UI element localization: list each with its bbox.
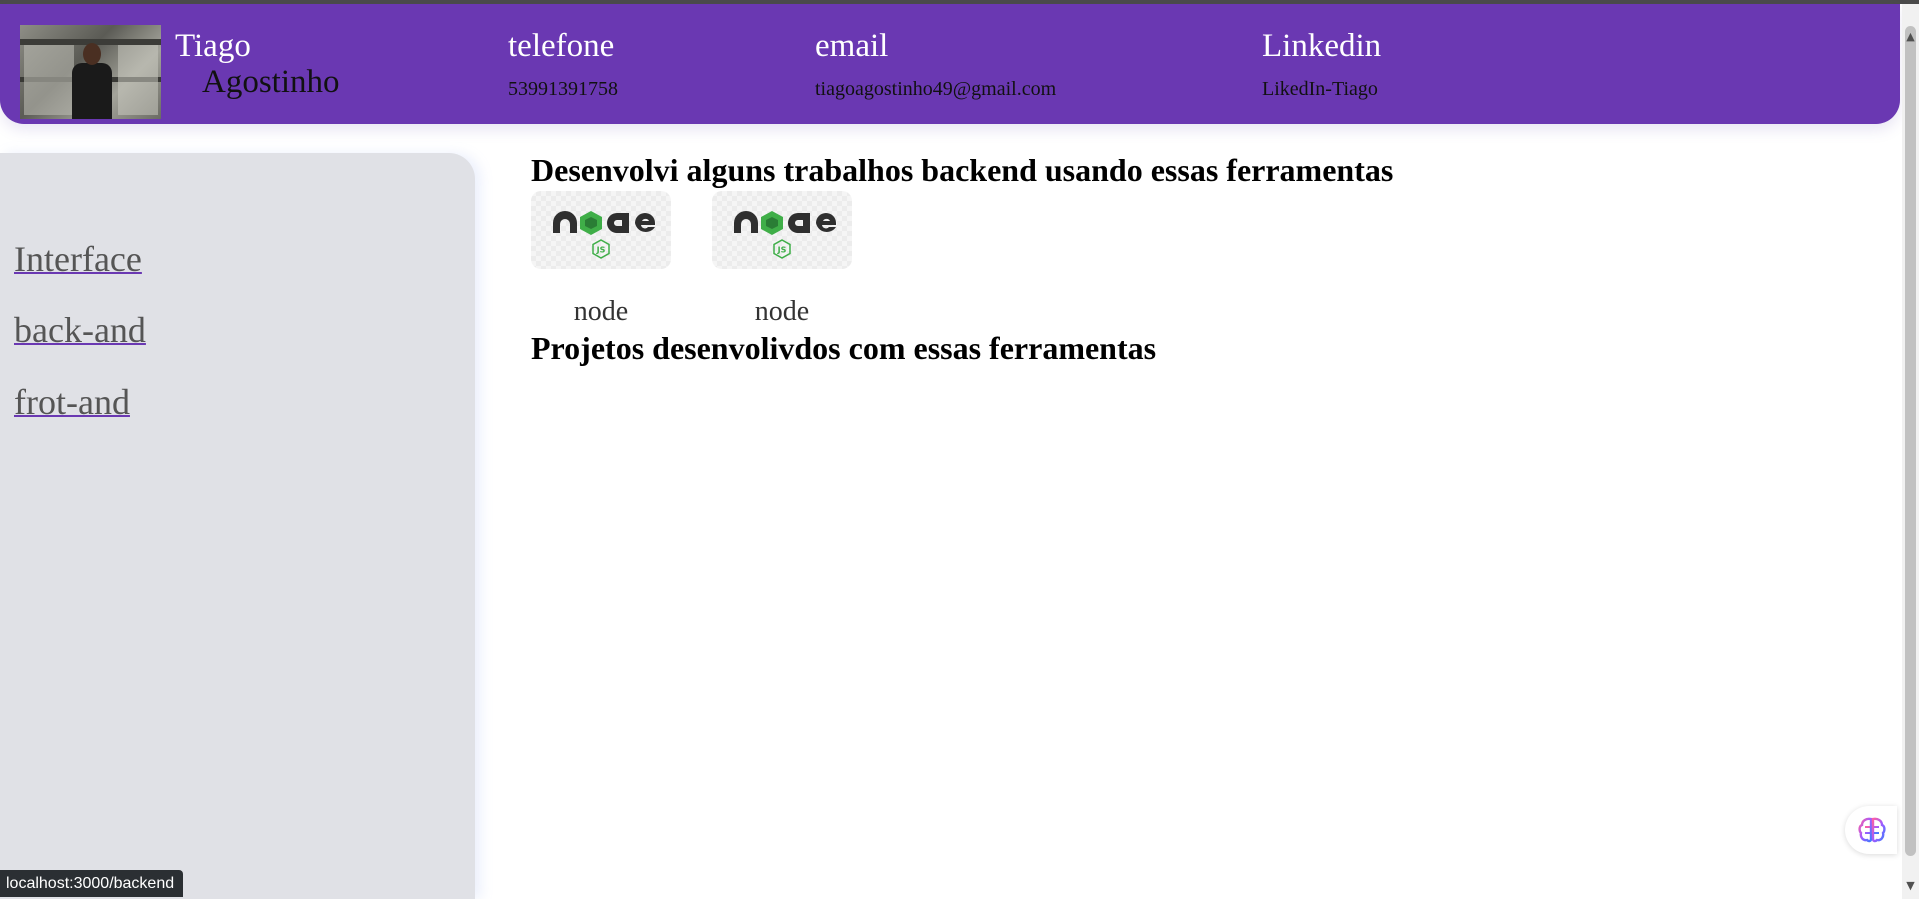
profile-last-name: Agostinho: [202, 64, 340, 100]
profile-first-name: Tiago: [175, 28, 251, 64]
nodejs-logo-icon: JS: [712, 191, 852, 269]
scroll-down-arrow-icon[interactable]: ▼: [1903, 879, 1918, 893]
sidebar-item-frot-and[interactable]: frot-and: [14, 381, 130, 423]
brain-icon: [1858, 817, 1886, 843]
sidebar-item-interface[interactable]: Interface: [14, 238, 142, 280]
sidebar-nav: Interface back-and frot-and: [0, 153, 475, 899]
phone-value: 53991391758: [508, 78, 618, 100]
scrollbar-thumb[interactable]: [1905, 26, 1916, 856]
sidebar-item-back-and[interactable]: back-and: [14, 309, 146, 351]
svg-text:JS: JS: [596, 246, 606, 255]
tool-label: node: [573, 296, 629, 327]
email-value: tiagoagostinho49@gmail.com: [815, 78, 1057, 100]
tools-heading: Desenvolvi alguns trabalhos backend usan…: [531, 152, 1394, 188]
tool-label: node: [754, 296, 810, 327]
linkedin-label: Linkedin: [1262, 28, 1382, 64]
linkedin-value: LikedIn-Tiago: [1262, 78, 1378, 100]
extension-button[interactable]: [1845, 806, 1897, 854]
status-bar-url: localhost:3000/backend: [0, 870, 184, 897]
scroll-up-arrow-icon[interactable]: ▲: [1903, 30, 1918, 44]
page-viewport: Tiago Agostinho telefone 53991391758 ema…: [0, 0, 1919, 899]
projects-heading: Projetos desenvolivdos com essas ferrame…: [531, 330, 1157, 366]
profile-photo: [20, 25, 161, 119]
profile-header: Tiago Agostinho telefone 53991391758 ema…: [0, 4, 1900, 124]
svg-text:JS: JS: [777, 246, 787, 255]
phone-label: telefone: [508, 28, 615, 64]
nodejs-logo-icon: JS: [531, 191, 671, 269]
email-label: email: [815, 28, 889, 64]
